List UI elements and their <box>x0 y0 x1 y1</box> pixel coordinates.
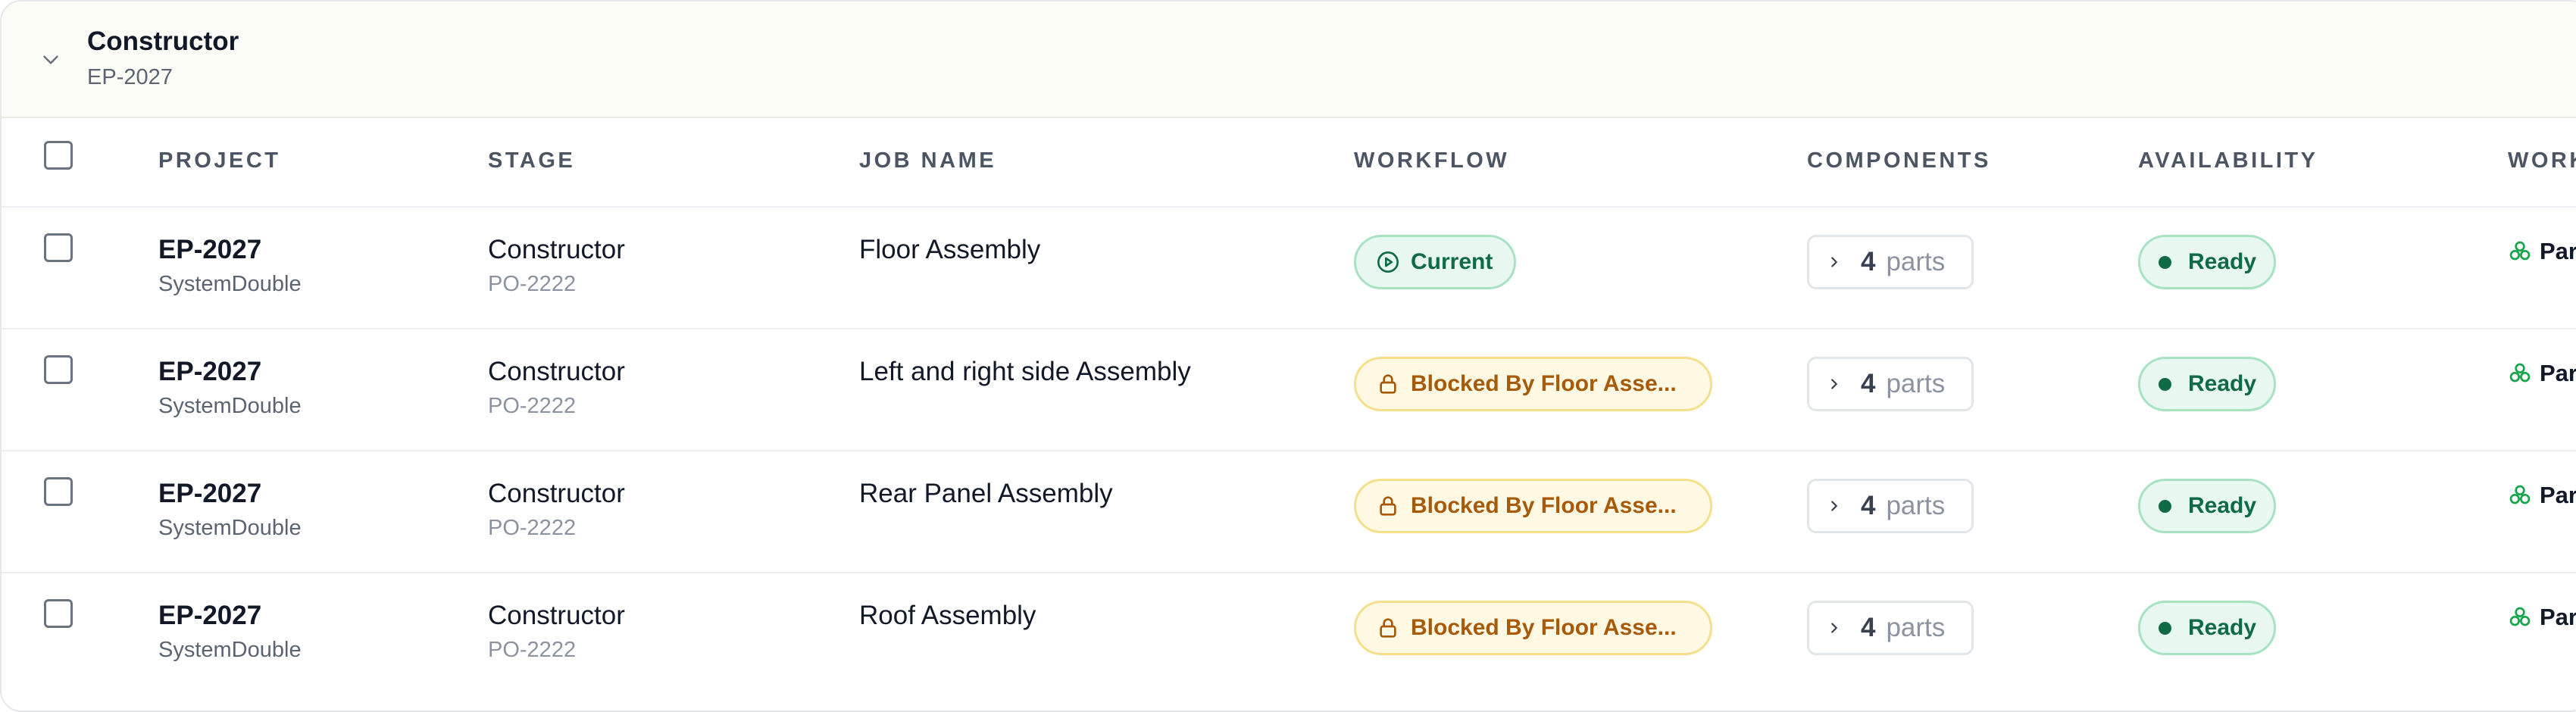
column-header-project[interactable]: PROJECT <box>158 148 280 173</box>
components-expand-button[interactable]: 4 parts <box>1807 601 1974 655</box>
cubes-icon <box>2509 485 2531 504</box>
job-name: Roof Assembly <box>859 601 1036 630</box>
work-cell[interactable]: Par <box>2508 238 2576 265</box>
work-cell[interactable]: Par <box>2508 360 2576 387</box>
work-label: Par <box>2540 238 2576 264</box>
availability-badge: Ready <box>2138 479 2276 533</box>
project-code: EP-2027 <box>158 479 262 508</box>
stage-name: Constructor <box>488 601 625 630</box>
project-code: EP-2027 <box>158 357 262 386</box>
work-cell[interactable]: Par <box>2508 604 2576 631</box>
components-expand-button[interactable]: 4 parts <box>1807 479 1974 533</box>
lock-icon <box>1380 374 1396 394</box>
stage-name: Constructor <box>488 235 625 264</box>
table-row[interactable]: EP-2027 SystemDouble Constructor PO-2222… <box>2 573 2576 695</box>
components-count: 4 <box>1861 247 1876 276</box>
table-row[interactable]: EP-2027 SystemDouble Constructor PO-2222… <box>2 208 2576 329</box>
workflow-status-badge[interactable]: Blocked By Floor Asse... <box>1354 601 1712 655</box>
availability-label: Ready <box>2188 493 2257 518</box>
workflow-status-badge[interactable]: Blocked By Floor Asse... <box>1354 357 1712 411</box>
group-code: EP-2027 <box>87 65 173 89</box>
workflow-status-label: Blocked By Floor Asse... <box>1411 615 1677 640</box>
lock-icon <box>1380 618 1396 638</box>
chevron-down-icon[interactable] <box>38 47 64 73</box>
table-row[interactable]: EP-2027 SystemDouble Constructor PO-2222… <box>2 329 2576 451</box>
job-name: Rear Panel Assembly <box>859 479 1113 508</box>
chevron-right-icon <box>1831 257 1837 267</box>
column-header-work[interactable]: WORK <box>2508 148 2576 173</box>
column-header-workflow[interactable]: WORKFLOW <box>1354 148 1509 173</box>
table-header-row: PROJECT STAGE JOB NAME WORKFLOW COMPONEN… <box>2 118 2576 208</box>
components-unit: parts <box>1886 369 1946 398</box>
row-checkbox[interactable] <box>44 355 73 384</box>
workflow-status-label: Blocked By Floor Asse... <box>1411 371 1677 396</box>
availability-label: Ready <box>2188 371 2257 396</box>
cubes-icon <box>2509 607 2531 626</box>
work-label: Par <box>2540 360 2576 386</box>
select-all-checkbox[interactable] <box>44 141 73 170</box>
stage-name: Constructor <box>488 479 625 508</box>
job-name: Floor Assembly <box>859 235 1041 264</box>
components-expand-button[interactable]: 4 parts <box>1807 357 1974 411</box>
availability-label: Ready <box>2188 249 2257 274</box>
project-system: SystemDouble <box>158 516 302 540</box>
lock-icon <box>1380 496 1396 516</box>
workflow-status-label: Blocked By Floor Asse... <box>1411 493 1677 518</box>
project-system: SystemDouble <box>158 272 302 296</box>
cubes-icon <box>2509 241 2531 261</box>
components-unit: parts <box>1886 491 1946 520</box>
components-count: 4 <box>1861 491 1876 520</box>
group-header[interactable]: Constructor EP-2027 <box>2 2 2576 118</box>
stage-po: PO-2222 <box>488 516 577 540</box>
project-code: EP-2027 <box>158 235 262 264</box>
job-name: Left and right side Assembly <box>859 357 1191 386</box>
column-header-job-name[interactable]: JOB NAME <box>859 148 996 173</box>
availability-badge: Ready <box>2138 601 2276 655</box>
project-system: SystemDouble <box>158 638 302 662</box>
availability-label: Ready <box>2188 615 2257 640</box>
stage-name: Constructor <box>488 357 625 386</box>
workflow-status-badge[interactable]: Blocked By Floor Asse... <box>1354 479 1712 533</box>
column-header-components[interactable]: COMPONENTS <box>1807 148 1991 173</box>
work-label: Par <box>2540 604 2576 630</box>
chevron-right-icon <box>1831 379 1837 389</box>
status-dot <box>2159 377 2171 391</box>
cubes-icon <box>2509 363 2531 383</box>
components-expand-button[interactable]: 4 parts <box>1807 235 1974 289</box>
status-dot <box>2159 499 2171 513</box>
components-count: 4 <box>1861 369 1876 398</box>
status-dot <box>2159 255 2171 269</box>
components-count: 4 <box>1861 613 1876 642</box>
components-unit: parts <box>1886 247 1946 276</box>
table-row[interactable]: EP-2027 SystemDouble Constructor PO-2222… <box>2 451 2576 573</box>
project-system: SystemDouble <box>158 394 302 418</box>
availability-badge: Ready <box>2138 357 2276 411</box>
row-checkbox[interactable] <box>44 599 73 628</box>
availability-badge: Ready <box>2138 235 2276 289</box>
row-checkbox[interactable] <box>44 477 73 506</box>
status-dot <box>2159 621 2171 635</box>
work-label: Par <box>2540 482 2576 508</box>
components-unit: parts <box>1886 613 1946 642</box>
column-header-availability[interactable]: AVAILABILITY <box>2138 148 2318 173</box>
job-table-card: Constructor EP-2027 PROJECT STAGE JOB NA… <box>0 0 2576 712</box>
column-header-stage[interactable]: STAGE <box>488 148 575 173</box>
stage-po: PO-2222 <box>488 272 577 296</box>
workflow-status-label: Current <box>1411 249 1493 274</box>
workflow-status-badge[interactable]: Current <box>1354 235 1517 289</box>
stage-po: PO-2222 <box>488 394 577 418</box>
work-cell[interactable]: Par <box>2508 482 2576 509</box>
play-circle-icon <box>1377 251 1399 273</box>
chevron-right-icon <box>1831 501 1837 511</box>
stage-po: PO-2222 <box>488 638 577 662</box>
project-code: EP-2027 <box>158 601 262 630</box>
row-checkbox[interactable] <box>44 233 73 262</box>
chevron-right-icon <box>1831 623 1837 633</box>
group-title: Constructor <box>87 27 239 56</box>
